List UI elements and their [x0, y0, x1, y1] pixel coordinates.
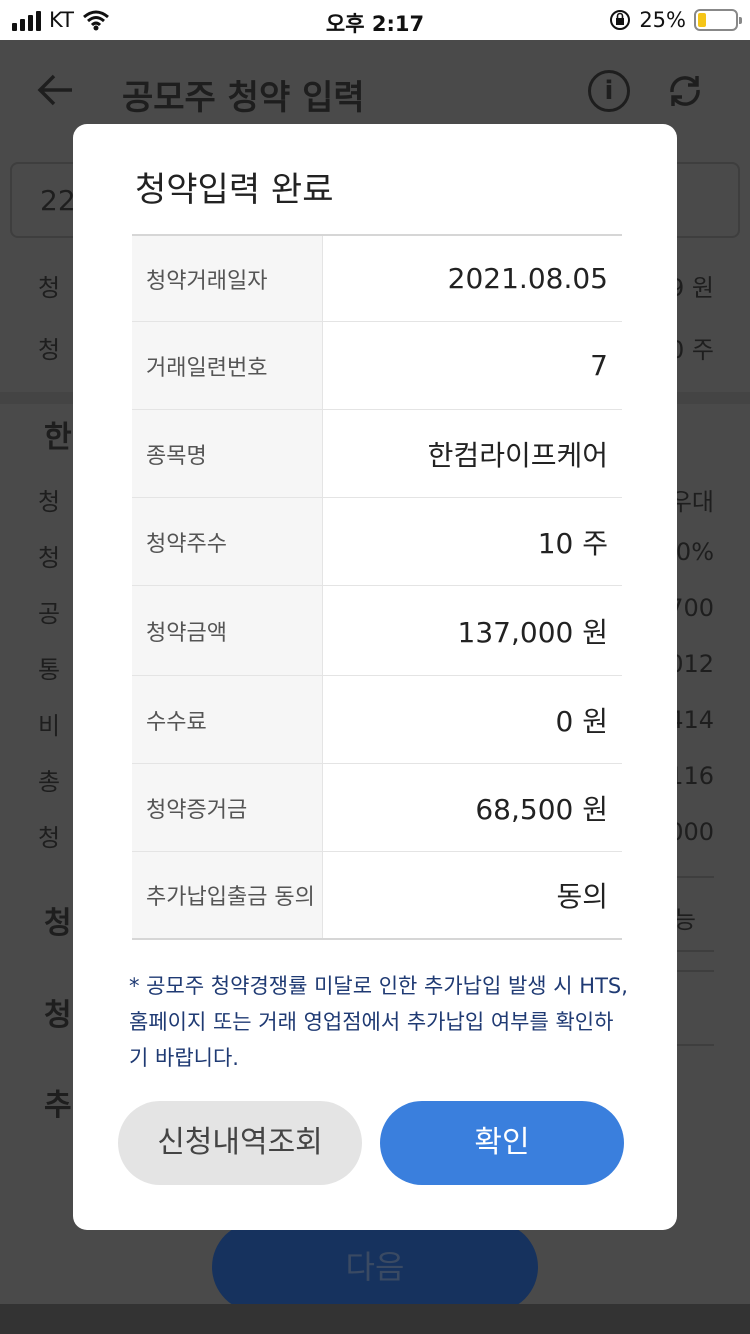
table-row: 청약증거금 68,500 원 — [132, 764, 622, 852]
view-history-button[interactable]: 신청내역조회 — [118, 1101, 362, 1185]
field-label: 추 — [44, 1088, 72, 1123]
rotation-lock-icon — [610, 10, 631, 30]
dialog-title: 청약입력 완료 — [135, 170, 334, 210]
row-value: 137,000 원 — [457, 615, 608, 649]
table-row: 종목명 한컴라이프케어 — [132, 410, 622, 498]
row-value: 한컴라이프케어 — [427, 438, 608, 472]
battery-percent: 25% — [639, 8, 686, 32]
bottom-bar — [0, 1304, 750, 1334]
table-row: 청약금액 137,000 원 — [132, 586, 622, 676]
account-select-value: 22 — [40, 184, 76, 217]
status-bar: KT 오후 2:17 25% — [0, 0, 750, 40]
summary-table: 청약거래일자 2021.08.05 거래일련번호 7 종목명 한컴라이프케어 청… — [132, 234, 622, 940]
row-label: 수수료 — [132, 676, 323, 763]
info-icon[interactable]: i — [588, 70, 630, 112]
notice-text: * 공모주 청약경쟁률 미달로 인한 추가납입 발생 시 HTS, 홈페이지 또… — [129, 974, 628, 1070]
table-row: 수수료 0 원 — [132, 676, 622, 764]
row-label: 청약거래일자 — [132, 236, 323, 321]
table-row: 거래일련번호 7 — [132, 322, 622, 410]
table-row: 청약주수 10 주 — [132, 498, 622, 586]
back-arrow-icon[interactable] — [36, 70, 76, 110]
status-right: 25% — [609, 8, 742, 32]
section-heading: 한 — [44, 420, 72, 455]
row-label: 청약금액 — [132, 586, 323, 675]
row-value: 0 원 — [555, 704, 608, 738]
row-value: 2021.08.05 — [447, 262, 608, 295]
confirm-button[interactable]: 확인 — [380, 1101, 624, 1185]
row-value: 7 — [590, 349, 608, 382]
battery-icon — [694, 9, 742, 31]
next-button[interactable]: 다음 — [212, 1222, 538, 1312]
row-label: 청약주수 — [132, 498, 323, 585]
row-value: 10 주 — [537, 526, 608, 560]
subscription-complete-dialog: 청약입력 완료 청약거래일자 2021.08.05 거래일련번호 7 종목명 한… — [73, 124, 677, 1230]
row-label: 청약증거금 — [132, 764, 323, 851]
field-label: 청 — [44, 998, 72, 1033]
page-title: 공모주 청약 입력 — [122, 78, 365, 118]
table-row: 청약거래일자 2021.08.05 — [132, 236, 622, 322]
row-value: 68,500 원 — [475, 792, 608, 826]
row-label: 종목명 — [132, 410, 323, 497]
row-value: 동의 — [556, 880, 608, 913]
refresh-icon[interactable] — [664, 70, 706, 112]
table-row: 추가납입출금 동의 동의 — [132, 852, 622, 940]
row-label: 거래일련번호 — [132, 322, 323, 409]
row-label: 추가납입출금 동의 — [132, 852, 323, 938]
field-label: 청 — [44, 906, 72, 941]
